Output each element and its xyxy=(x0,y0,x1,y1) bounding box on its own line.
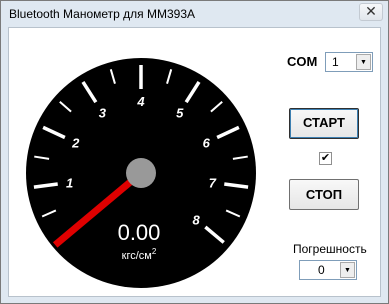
gauge-value: 0.00 xyxy=(118,220,161,245)
app-window: Bluetooth Манометр для MM393A ✕ 1 2 3 4 5 6 7 8… xyxy=(0,0,389,304)
chevron-down-icon[interactable]: ▼ xyxy=(340,262,355,278)
chevron-down-icon[interactable]: ▼ xyxy=(356,54,371,70)
error-label: Погрешность xyxy=(293,242,367,256)
close-icon: ✕ xyxy=(365,3,377,19)
com-label: COM xyxy=(287,54,318,69)
gauge-unit: кгс/см2 xyxy=(122,247,157,262)
check-icon: ✔ xyxy=(320,152,331,164)
error-select[interactable]: 0 ▼ xyxy=(299,260,357,280)
title-bar: Bluetooth Манометр для MM393A ✕ xyxy=(1,1,388,27)
tick-label: 1 xyxy=(66,175,73,190)
pressure-gauge: 12345678 0.00 кгс/см2 xyxy=(26,58,256,288)
close-button[interactable]: ✕ xyxy=(359,3,383,21)
gauge-unit-power: 2 xyxy=(152,247,157,256)
tick-label: 6 xyxy=(203,136,211,151)
enable-checkbox[interactable]: ✔ xyxy=(319,152,332,165)
tick-label: 5 xyxy=(176,105,184,120)
window-title: Bluetooth Манометр для MM393A xyxy=(9,7,196,21)
gauge-hub xyxy=(126,158,156,188)
tick-label: 8 xyxy=(193,212,201,227)
tick-label: 3 xyxy=(99,105,107,120)
stop-button[interactable]: СТОП xyxy=(289,179,359,210)
error-value: 0 xyxy=(318,263,325,277)
com-port-select[interactable]: 1 ▼ xyxy=(325,52,373,72)
client-area: 12345678 0.00 кгс/см2 COM 1 ▼ СТАРТ ✔ СТ… xyxy=(8,27,381,297)
start-button[interactable]: СТАРТ xyxy=(289,108,359,139)
tick-label: 2 xyxy=(71,136,80,151)
tick-label: 7 xyxy=(209,175,217,190)
com-port-value: 1 xyxy=(332,55,339,69)
tick-label: 4 xyxy=(136,94,145,109)
gauge-unit-base: кгс/см xyxy=(122,250,152,262)
